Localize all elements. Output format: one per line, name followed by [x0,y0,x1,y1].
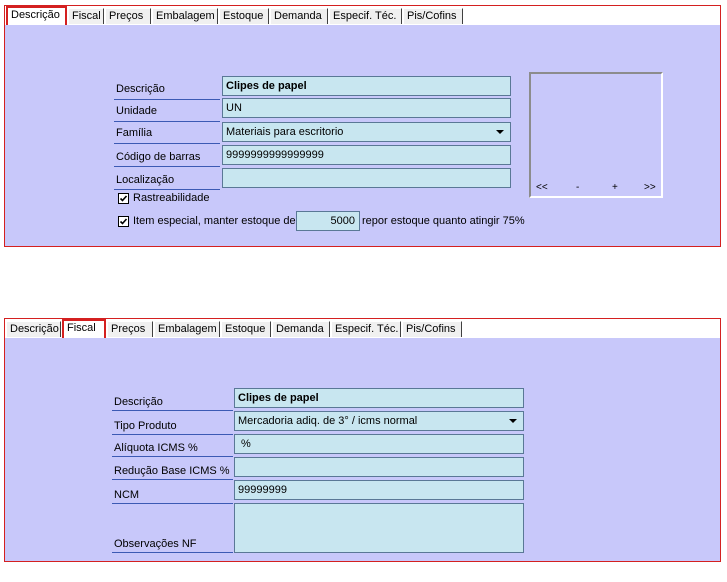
tipo-produto-value: Mercadoria adiq. de 3° / icms normal [238,415,418,427]
chevron-down-icon[interactable] [496,130,504,134]
observacoes-label: Observações NF [114,538,197,550]
tab-bar: Descrição Fiscal Preços Embalagem Estoqu… [5,6,720,25]
remove-image-button[interactable]: - [576,182,579,193]
codigo-barras-underline [114,166,220,167]
aliquota-field[interactable]: % [234,434,524,454]
descricao-label: Descrição [116,83,165,95]
familia-value: Materiais para escritorio [226,126,344,138]
tipo-produto-underline [112,434,233,435]
item-especial-checkbox[interactable] [118,216,129,227]
descricao-field[interactable]: Clipes de papel [234,388,524,408]
form-area: Descrição Clipes de papel Tipo Produto M… [5,338,720,561]
unidade-field[interactable]: UN [222,98,511,118]
localizacao-underline [114,189,220,190]
familia-underline [114,143,220,144]
familia-dropdown[interactable]: Materiais para escritorio [222,122,511,142]
descricao-field[interactable]: Clipes de papel [222,76,511,96]
codigo-barras-field[interactable]: 9999999999999999 [222,145,511,165]
form-area: Descrição Clipes de papel Unidade UN Fam… [5,25,720,246]
observacoes-textarea[interactable] [234,503,524,553]
tab-fiscal[interactable]: Fiscal [68,8,104,24]
descricao-label: Descrição [114,396,163,408]
localizacao-field[interactable] [222,168,511,188]
estoque-minimo-field[interactable]: 5000 [296,211,360,231]
rastreabilidade-checkbox[interactable] [118,193,129,204]
add-image-button[interactable]: + [612,182,618,193]
tab-demanda[interactable]: Demanda [272,321,330,337]
chevron-down-icon[interactable] [509,419,517,423]
tab-especif-tec[interactable]: Especif. Téc. [329,8,402,24]
aliquota-underline [112,456,233,457]
reducao-field[interactable] [234,457,524,477]
tab-bar: Descrição Fiscal Preços Embalagem Estoqu… [5,319,720,338]
reducao-underline [112,479,233,480]
rastreabilidade-label: Rastreabilidade [133,192,210,204]
tab-descricao[interactable]: Descrição [6,6,67,25]
tipo-produto-dropdown[interactable]: Mercadoria adiq. de 3° / icms normal [234,411,524,431]
check-icon [119,195,128,202]
tab-embalagem[interactable]: Embalagem [152,8,218,24]
codigo-barras-label: Código de barras [116,151,201,163]
tipo-produto-label: Tipo Produto [114,420,177,432]
last-image-button[interactable]: >> [644,182,656,193]
aliquota-label: Alíquota ICMS % [114,442,198,454]
tab-estoque[interactable]: Estoque [219,8,269,24]
tab-estoque[interactable]: Estoque [221,321,271,337]
ncm-label: NCM [114,489,140,501]
tab-pis-cofins[interactable]: Pis/Cofins [403,8,463,24]
product-panel-descricao: Descrição Fiscal Preços Embalagem Estoqu… [4,5,721,247]
tab-fiscal[interactable]: Fiscal [62,319,106,338]
ncm-field[interactable]: 99999999 [234,480,524,500]
tab-especif-tec[interactable]: Especif. Téc. [331,321,401,337]
tab-pis-cofins[interactable]: Pis/Cofins [402,321,462,337]
first-image-button[interactable]: << [536,182,548,193]
check-icon [119,218,128,225]
familia-label: Família [116,127,153,139]
tab-demanda[interactable]: Demanda [270,8,328,24]
product-panel-fiscal: Descrição Fiscal Preços Embalagem Estoqu… [4,318,721,562]
unidade-label: Unidade [116,105,157,117]
reducao-label: Redução Base ICMS % [114,465,230,477]
descricao-underline [114,99,220,100]
tab-precos[interactable]: Preços [105,8,151,24]
tab-descricao[interactable]: Descrição [6,321,61,337]
ncm-underline [112,503,233,504]
descricao-underline [112,410,233,411]
unidade-underline [114,121,220,122]
item-especial-label: Item especial, manter estoque de [133,215,296,227]
tab-embalagem[interactable]: Embalagem [154,321,220,337]
observacoes-underline [112,552,233,553]
item-especial-suffix: repor estoque quanto atingir 75% [362,215,525,227]
tab-precos[interactable]: Preços [107,321,153,337]
product-image: << - + >> [529,72,663,198]
localizacao-label: Localização [116,174,175,186]
